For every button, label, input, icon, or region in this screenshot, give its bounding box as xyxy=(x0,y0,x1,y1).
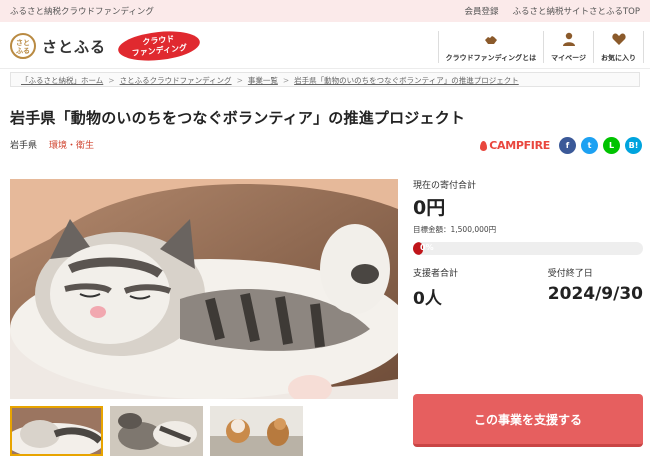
breadcrumb: 「ふるさと納税」ホーム > さとふるクラウドファンディング > 事業一覧 > 岩手県「動物の… xyxy=(10,72,640,87)
deadline-block: 受付終了日 2024/9/30 xyxy=(548,266,643,309)
thumbnail-dogs-image xyxy=(210,406,303,456)
line-icon: L xyxy=(608,141,615,150)
share-bar: CAMPFIRE f t L B! xyxy=(480,137,642,154)
donation-stats: 現在の寄付合計 0円 目標金額：1,500,000円 0% xyxy=(413,178,643,255)
main-project-image[interactable] xyxy=(10,179,398,399)
user-icon xyxy=(562,32,575,46)
supporters-label: 支援者合計 xyxy=(413,269,459,279)
logo-text: さとふる xyxy=(42,37,107,56)
svg-text:さと: さと xyxy=(16,38,30,47)
current-total-amount: 0円 xyxy=(413,197,446,219)
twitter-share-button[interactable]: t xyxy=(581,137,598,154)
progress-bar: 0% xyxy=(413,242,643,255)
progress-percent: 0% xyxy=(420,243,434,252)
flame-icon xyxy=(480,140,488,151)
supporters-count: 0人 xyxy=(413,289,442,309)
facebook-icon: f xyxy=(565,141,570,150)
nav-favorites-label: お気に入り xyxy=(601,54,636,62)
page-title: 岩手県「動物のいのちをつなぐボランティア」の推進プロジェクト xyxy=(10,109,466,127)
image-thumbnails xyxy=(10,406,303,456)
crowdfunding-badge[interactable]: クラウド ファンディング xyxy=(116,27,202,65)
site-logo[interactable]: さと ふる さとふる xyxy=(10,33,106,59)
top-links: 会員登録 ふるさと納税サイトさとふるTOP xyxy=(464,5,640,17)
site-header: さと ふる さとふる クラウド ファンディング クラウドファンディングとは マイ… xyxy=(0,22,650,69)
stats-row: 支援者合計 0人 受付終了日 2024/9/30 xyxy=(413,266,643,309)
hands-icon xyxy=(484,36,497,44)
breadcrumb-separator: > xyxy=(282,76,290,85)
hatena-icon: B! xyxy=(628,141,639,150)
breadcrumb-home[interactable]: 「ふるさと納税」ホーム xyxy=(21,76,103,85)
kitten-photo xyxy=(10,179,398,399)
campfire-text: CAMPFIRE xyxy=(489,139,550,152)
facebook-share-button[interactable]: f xyxy=(559,137,576,154)
satofull-top-link[interactable]: ふるさと納税サイトさとふるTOP xyxy=(512,5,640,17)
support-project-button[interactable]: この事業を支援する xyxy=(413,394,643,447)
deadline-date: 2024/9/30 xyxy=(547,284,643,304)
breadcrumb-project-list[interactable]: 事業一覧 xyxy=(248,76,278,85)
thumbnail-1[interactable] xyxy=(10,406,103,456)
top-bar: ふるさと納税クラウドファンディング 会員登録 ふるさと納税サイトさとふるTOP xyxy=(0,0,650,22)
nav-about-label: クラウドファンディングとは xyxy=(445,54,537,62)
header-nav: クラウドファンディングとは マイページ お気に入り xyxy=(437,31,644,63)
breadcrumb-crowdfunding[interactable]: さとふるクラウドファンディング xyxy=(120,76,232,85)
register-link[interactable]: 会員登録 xyxy=(464,5,498,17)
goal-amount: 目標金額：1,500,000円 xyxy=(413,225,497,234)
twitter-icon: t xyxy=(587,141,592,150)
breadcrumb-separator: > xyxy=(236,76,243,85)
logo-mark-icon: さと ふる xyxy=(10,33,36,59)
current-total-label: 現在の寄付合計 xyxy=(413,181,477,191)
heart-icon xyxy=(611,33,626,45)
svg-text:ふる: ふる xyxy=(16,47,30,55)
breadcrumb-current[interactable]: 岩手県「動物のいのちをつなぐボランティア」の推進プロジェクト xyxy=(294,76,519,85)
thumbnail-kitten-image xyxy=(10,406,103,456)
prefecture-label: 岩手県 xyxy=(10,141,38,151)
nav-favorites[interactable]: お気に入り xyxy=(593,31,644,63)
breadcrumb-separator: > xyxy=(108,76,115,85)
deadline-label: 受付終了日 xyxy=(547,269,593,279)
logo-symbol-icon: さと ふる xyxy=(16,38,30,55)
thumbnail-3[interactable] xyxy=(210,406,303,456)
supporters-block: 支援者合計 0人 xyxy=(413,266,458,309)
nav-mypage-label: マイページ xyxy=(551,54,586,62)
line-share-button[interactable]: L xyxy=(603,137,620,154)
site-tagline: ふるさと納税クラウドファンディング xyxy=(10,7,154,17)
nav-mypage[interactable]: マイページ xyxy=(543,31,593,63)
thumbnail-2[interactable] xyxy=(110,406,203,456)
campfire-logo[interactable]: CAMPFIRE xyxy=(480,139,550,152)
category-link[interactable]: 環境・衛生 xyxy=(49,138,94,151)
thumbnail-kittens-image xyxy=(110,406,203,456)
hatena-bookmark-button[interactable]: B! xyxy=(625,137,642,154)
nav-about-crowdfunding[interactable]: クラウドファンディングとは xyxy=(437,31,544,63)
project-tags: 岩手県 環境・衛生 xyxy=(10,138,94,151)
